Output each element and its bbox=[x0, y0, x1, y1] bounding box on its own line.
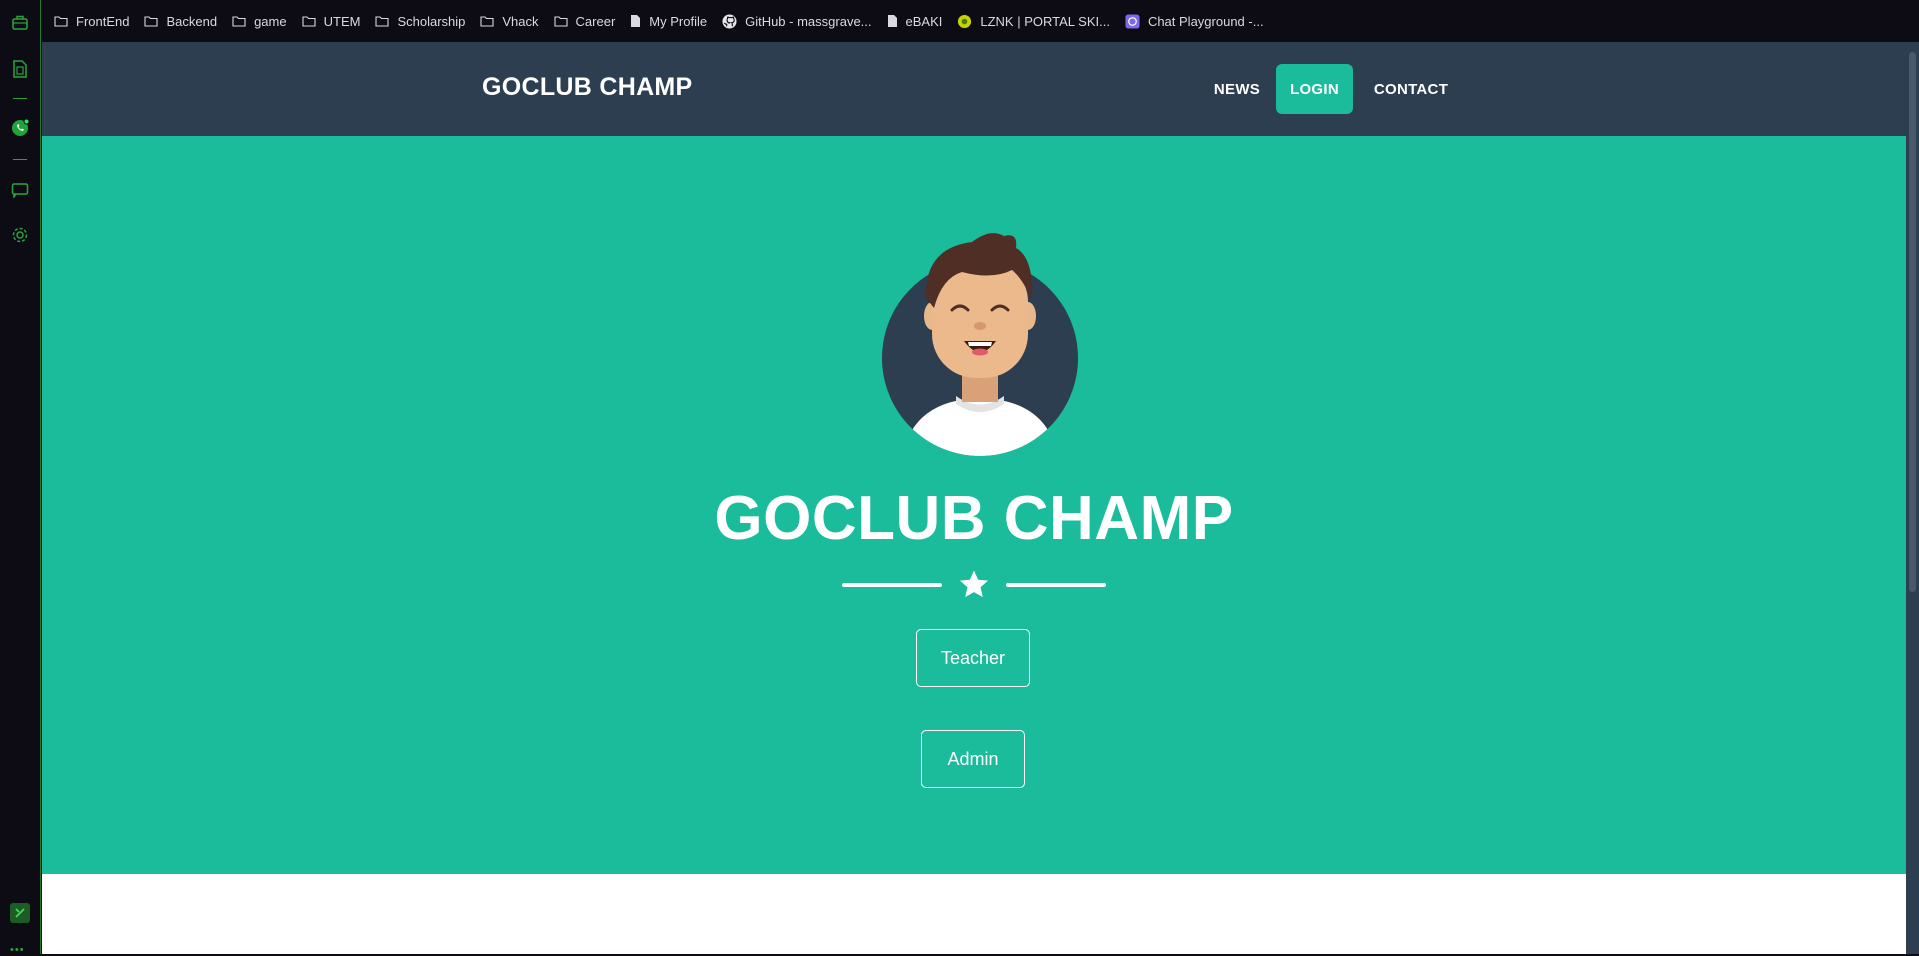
gear-icon[interactable] bbox=[10, 225, 30, 245]
browser-sidebar: ••• bbox=[0, 0, 41, 956]
folder-icon bbox=[375, 16, 390, 27]
page-viewport: GOCLUB CHAMP NEWS LOGIN CONTACT GOCLUB C… bbox=[42, 42, 1906, 954]
bookmark-label: My Profile bbox=[649, 13, 708, 29]
divider-line bbox=[1006, 583, 1106, 587]
page-scrollbar[interactable] bbox=[1906, 42, 1919, 954]
messages-icon[interactable] bbox=[10, 180, 30, 200]
folder-icon bbox=[54, 16, 68, 27]
bookmark-label: Chat Playground -... bbox=[1147, 13, 1264, 29]
bookmark-label: Vhack bbox=[502, 13, 539, 29]
bookmark-github[interactable]: GitHub - massgrave... bbox=[722, 13, 872, 29]
navbar: GOCLUB CHAMP NEWS LOGIN CONTACT bbox=[42, 42, 1906, 136]
bookmark-frontend[interactable]: FrontEnd bbox=[54, 14, 129, 29]
bookmark-label: UTEM bbox=[323, 13, 361, 29]
page-icon bbox=[631, 15, 641, 27]
avatar bbox=[872, 228, 1082, 458]
nav-link-news[interactable]: NEWS bbox=[1200, 64, 1274, 114]
star-divider bbox=[842, 566, 1106, 602]
sidebar-separator bbox=[13, 159, 27, 160]
bookmark-utem[interactable]: UTEM bbox=[302, 13, 361, 29]
folder-icon bbox=[480, 16, 494, 27]
bookmark-vhack[interactable]: Vhack bbox=[480, 13, 539, 29]
lznk-icon bbox=[958, 14, 972, 28]
folder-icon bbox=[144, 16, 159, 27]
navbar-brand[interactable]: GOCLUB CHAMP bbox=[482, 73, 693, 102]
bookmark-my-profile[interactable]: My Profile bbox=[630, 14, 707, 29]
folder-icon bbox=[302, 16, 316, 27]
page-icon bbox=[887, 15, 897, 27]
folder-icon bbox=[553, 16, 568, 27]
bookmark-backend[interactable]: Backend bbox=[144, 14, 217, 29]
bookmark-label: LZNK | PORTAL SKI... bbox=[980, 13, 1110, 29]
bookmark-lznk[interactable]: LZNK | PORTAL SKI... bbox=[957, 14, 1110, 29]
github-icon bbox=[722, 13, 737, 29]
sidebar-separator bbox=[13, 98, 27, 99]
briefcase-icon[interactable] bbox=[10, 12, 30, 32]
bookmark-label: Career bbox=[575, 13, 616, 29]
folder-icon bbox=[232, 16, 246, 27]
bookmark-ebaki[interactable]: eBAKI bbox=[887, 13, 943, 29]
more-options-icon[interactable]: ••• bbox=[10, 944, 25, 956]
extension-icon[interactable] bbox=[10, 903, 30, 923]
bookmark-label: FrontEnd bbox=[76, 13, 130, 29]
bookmarks-bar: FrontEnd Backend game UTEM Scholarship V… bbox=[42, 0, 1919, 42]
teacher-button[interactable]: Teacher bbox=[916, 629, 1030, 687]
bookmark-label: Scholarship bbox=[397, 13, 466, 29]
star-icon bbox=[960, 570, 988, 598]
sim-card-icon[interactable] bbox=[10, 59, 30, 79]
hero-title: GOCLUB CHAMP bbox=[714, 484, 1234, 553]
bookmark-label: game bbox=[254, 13, 287, 29]
nav-link-login[interactable]: LOGIN bbox=[1276, 64, 1353, 114]
bookmark-game[interactable]: game bbox=[232, 14, 287, 29]
bookmark-career[interactable]: Career bbox=[553, 13, 616, 29]
bookmark-label: eBAKI bbox=[905, 13, 943, 29]
nav-link-contact[interactable]: CONTACT bbox=[1362, 64, 1460, 114]
bookmark-label: Backend bbox=[166, 13, 218, 29]
divider-line bbox=[842, 583, 942, 587]
bookmark-label: GitHub - massgrave... bbox=[745, 13, 872, 29]
hero-section: GOCLUB CHAMP Teacher Admin bbox=[42, 136, 1906, 874]
bookmark-chat-playground[interactable]: Chat Playground -... bbox=[1125, 14, 1264, 29]
chat-playground-icon bbox=[1125, 13, 1140, 29]
scrollbar-thumb[interactable] bbox=[1909, 52, 1916, 592]
whatsapp-icon[interactable] bbox=[10, 118, 30, 138]
admin-button[interactable]: Admin bbox=[921, 730, 1025, 788]
bookmark-scholarship[interactable]: Scholarship bbox=[375, 14, 465, 29]
